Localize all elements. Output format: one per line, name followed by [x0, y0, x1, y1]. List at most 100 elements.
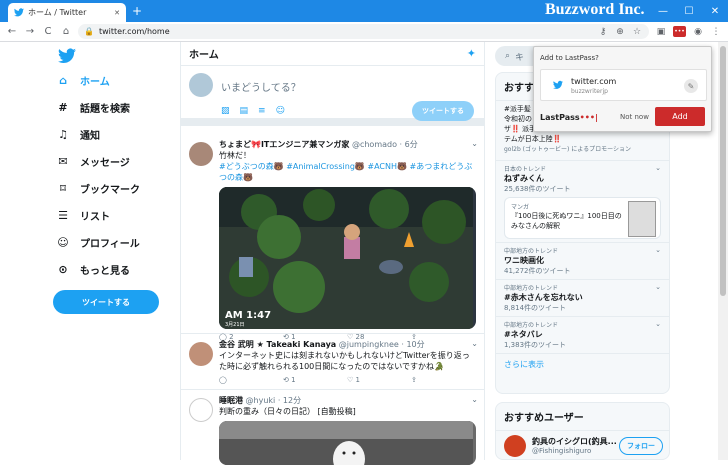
mail-icon: ✉: [58, 154, 68, 168]
share-icon[interactable]: ⇪: [411, 376, 475, 384]
compose-tweet-button[interactable]: ツイートする: [412, 101, 474, 121]
tweet[interactable]: ⌄ 睡眠港 @hyuki · 12分 判断の重み（日々の日記） [自動投稿]: [181, 390, 484, 465]
nav-lists[interactable]: ☰ リスト: [56, 205, 110, 225]
minimize-button[interactable]: —: [650, 0, 676, 22]
tweet-author[interactable]: ちょまど🎀ITエンジニア兼マンガ家: [219, 140, 349, 149]
twitter-favicon-icon: [14, 8, 24, 17]
compose-input[interactable]: いまどうしてる？: [221, 79, 301, 94]
not-now-button[interactable]: Not now: [620, 113, 649, 121]
tweet-text: 竹林だ！: [219, 151, 251, 160]
scrollbar-thumb[interactable]: [720, 46, 726, 296]
extension-icon[interactable]: ▣: [655, 26, 667, 38]
chevron-down-icon[interactable]: ⌄: [655, 246, 661, 254]
tab-title: ホーム / Twitter: [28, 8, 87, 17]
bookmark-star-icon[interactable]: ☆: [631, 26, 643, 38]
game-screenshot-image: [219, 187, 473, 329]
twitter-logo-icon: [553, 80, 563, 89]
game-clock: AM 1:47: [225, 310, 272, 321]
emoji-icon[interactable]: ☺: [276, 106, 285, 116]
follow-button[interactable]: フォロー: [619, 437, 663, 455]
nav-notifications[interactable]: ♫ 通知: [56, 124, 100, 144]
home-button[interactable]: ⌂: [60, 26, 72, 37]
bell-icon: ♫: [58, 127, 68, 141]
translate-icon[interactable]: ⊕: [614, 26, 626, 38]
browser-tab[interactable]: ホーム / Twitter ✕: [8, 3, 126, 22]
window-controls: — ☐ ✕: [650, 0, 728, 22]
watermark: Buzzword Inc.: [545, 1, 645, 18]
nav-explore[interactable]: # 話題を検索: [56, 97, 130, 117]
lastpass-site-card: twitter.com buzzwriterjp ✎: [540, 69, 707, 101]
trend-item[interactable]: ⌄ 中部地方のトレンド #ネタバレ 1,383件のツイート: [496, 317, 669, 354]
nav-more[interactable]: ⊙ もっと見る: [56, 259, 130, 279]
timeline-header: ホーム ✦: [181, 42, 484, 66]
tweet-media[interactable]: AM 1:47 3月21日: [219, 187, 476, 329]
tweet[interactable]: ⌄ 金谷 武明 ★ Takeaki Kanaya @jumpingknee · …: [181, 334, 484, 390]
tweet-handle: @jumpingknee · 10分: [338, 340, 425, 349]
nav-messages[interactable]: ✉ メッセージ: [56, 151, 129, 171]
back-button[interactable]: ←: [6, 26, 18, 37]
menu-icon[interactable]: ⋮: [710, 26, 722, 38]
twitter-logo-icon[interactable]: [58, 48, 76, 64]
trend-item[interactable]: ⌄ 中部地方のトレンド #赤木さんを忘れない 8,814件のツイート: [496, 280, 669, 317]
trend-card[interactable]: マンガ 『100日後に死ぬワニ』100日目のみなさんの解釈: [504, 197, 661, 239]
profile-icon[interactable]: ◉: [692, 26, 704, 38]
avatar: [189, 342, 213, 366]
reply-button[interactable]: ◯: [219, 376, 283, 384]
left-navigation: ⌂ ホーム # 話題を検索 ♫ 通知 ✉ メッセージ ⌑ ブックマーク ☰ リスト ☺ プロフ…: [52, 42, 177, 460]
retweet-button[interactable]: ⟲ 1: [283, 376, 347, 384]
tweet-media[interactable]: [219, 421, 476, 465]
tweet[interactable]: ⌄ ちょまど🎀ITエンジニア兼マンガ家 @chomado · 6分 竹林だ！ #…: [181, 134, 484, 341]
gif-icon[interactable]: ▤: [240, 106, 249, 116]
reload-button[interactable]: C: [42, 26, 54, 37]
nav-bookmarks[interactable]: ⌑ ブックマーク: [56, 178, 140, 198]
chevron-down-icon[interactable]: ⌄: [655, 164, 661, 172]
lastpass-site: twitter.com: [571, 77, 617, 86]
avatar: [189, 142, 213, 166]
tweet-button[interactable]: ツイートする: [53, 290, 159, 314]
avatar: [189, 398, 213, 422]
add-button[interactable]: Add: [655, 107, 705, 126]
tweet-text: インターネット史には刻まれないかもしれないけどTwitterを振り返った時に必ず…: [219, 351, 470, 371]
more-icon: ⊙: [58, 262, 68, 276]
nav-home[interactable]: ⌂ ホーム: [56, 70, 110, 90]
lastpass-extension-icon[interactable]: •••: [673, 26, 686, 37]
tweet-author[interactable]: 金谷 武明 ★ Takeaki Kanaya: [219, 340, 336, 349]
forward-button[interactable]: →: [24, 26, 36, 37]
list-icon: ☰: [58, 208, 68, 222]
address-bar[interactable]: 🔒 twitter.com/home ⚷ ⊕ ☆: [78, 24, 649, 39]
close-window-button[interactable]: ✕: [702, 0, 728, 22]
tweet-author[interactable]: 睡眠港: [219, 396, 243, 405]
scrollbar[interactable]: [718, 42, 728, 460]
nav-profile[interactable]: ☺ プロフィール: [56, 232, 140, 252]
compose-tools: ▨ ▤ ≡ ☺: [221, 106, 285, 116]
lastpass-logo: LastPass•••|: [540, 113, 598, 122]
browser-toolbar: ← → C ⌂ 🔒 twitter.com/home ⚷ ⊕ ☆ ▣ ••• ◉…: [0, 22, 728, 42]
chevron-down-icon[interactable]: ⌄: [655, 320, 661, 328]
chevron-down-icon[interactable]: ⌄: [655, 283, 661, 291]
hashtag-icon: #: [58, 100, 68, 114]
lock-icon: 🔒: [84, 27, 94, 36]
show-more-link[interactable]: さらに表示: [496, 354, 669, 375]
new-tab-button[interactable]: +: [130, 4, 144, 18]
image-icon[interactable]: ▨: [221, 106, 230, 116]
avatar-icon: ☺: [57, 235, 69, 249]
recommend-user[interactable]: 釣具のイシグロ(釣具... @Fishingishiguro フォロー: [496, 431, 669, 461]
sparkle-icon[interactable]: ✦: [467, 47, 476, 60]
snowy-forest-image: [219, 421, 473, 465]
bookmark-icon: ⌑: [60, 181, 66, 195]
trend-item[interactable]: ⌄ 日本のトレンド ねずみくん 25,638件のツイート マンガ 『100日後に…: [496, 161, 669, 243]
poll-icon[interactable]: ≡: [258, 106, 266, 116]
avatar: [504, 435, 526, 457]
maximize-button[interactable]: ☐: [676, 0, 702, 22]
manga-thumbnail: [628, 201, 656, 237]
tweet-handle: @hyuki · 12分: [245, 396, 302, 405]
tab-close-icon[interactable]: ✕: [114, 9, 120, 17]
tweet-handle: @chomado · 6分: [351, 140, 418, 149]
key-icon[interactable]: ⚷: [597, 26, 609, 38]
tweet-hashtags[interactable]: #どうぶつの森🐻 #AnimalCrossing🐻 #ACNH🐻 #あつまれどう…: [219, 161, 476, 183]
trend-item[interactable]: ⌄ 中部地方のトレンド ワニ映画化 41,272件のツイート: [496, 243, 669, 280]
page-title: ホーム: [189, 50, 219, 61]
lastpass-header: Add to LastPass?: [540, 54, 599, 62]
pencil-icon[interactable]: ✎: [684, 79, 698, 93]
like-button[interactable]: ♡ 1: [347, 376, 411, 384]
